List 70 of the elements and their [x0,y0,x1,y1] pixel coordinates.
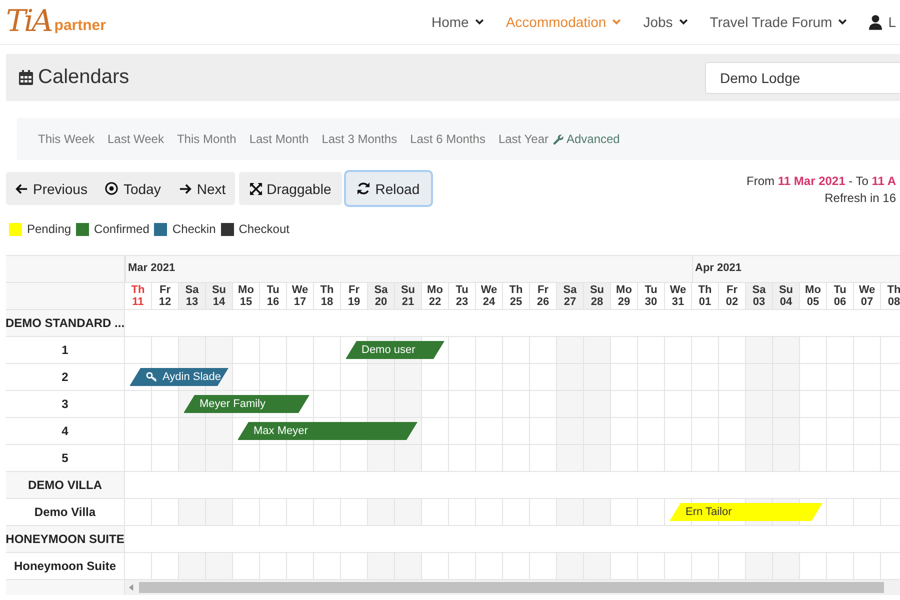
day-header: Sa 27 [557,283,584,309]
day-header: Tu 16 [260,283,287,309]
reload-icon [357,182,370,195]
day-header: Sa 03 [746,283,773,309]
day-header: Mo 05 [800,283,827,309]
booking-bar[interactable]: Aydin Slade [130,368,228,386]
nav-menu-item[interactable]: Accommodation [506,14,622,30]
day-header: Su 14 [206,283,233,309]
filter-link[interactable]: Last 6 Months [410,132,486,146]
month-header: Apr 2021 [692,256,900,282]
logo[interactable]: TiApartner [0,7,106,37]
left-arrow-icon [129,584,134,591]
room-type-label: DEMO VILLA [6,472,125,498]
reload-button[interactable]: Reload [346,172,431,205]
day-header: Mo 15 [233,283,260,309]
filter-link[interactable]: Last Month [249,132,309,146]
key-icon [146,372,158,382]
draggable-button[interactable]: Draggable [238,172,342,205]
nav-menu-item[interactable]: Home [431,14,484,30]
nav-menu-item[interactable]: L [869,14,896,30]
filter-link[interactable]: Last 3 Months [322,132,398,146]
day-header: Th 25 [503,283,530,309]
advanced-link[interactable]: Advanced [553,132,620,146]
day-header: We 17 [287,283,314,309]
date-range: From 11 Mar 2021 - To 11 A [746,174,896,188]
room-type-label: HONEYMOON SUITE [6,526,125,552]
day-header: Th 01 [692,283,719,309]
left-arrow-icon [15,182,28,194]
day-header: We 31 [665,283,692,309]
horizontal-scrollbar[interactable] [125,580,900,595]
day-header: Su 28 [584,283,611,309]
month-header: Mar 2021 [125,256,692,282]
day-header: Tu 23 [449,283,476,309]
expand-arrows-icon [250,182,262,194]
day-header: Tu 06 [827,283,854,309]
day-header: Th 11 [125,283,152,309]
legend-label: Checkin [172,222,216,236]
day-header: We 24 [476,283,503,309]
filter-link[interactable]: Last Year [498,132,548,146]
right-arrow-icon [178,182,192,194]
legend-label: Pending [27,222,72,236]
user-icon [869,14,882,30]
day-header: Sa 13 [179,283,206,309]
day-header: Sa 20 [368,283,395,309]
room-type-label: DEMO STANDARD ... [6,310,125,336]
day-header: Mo 29 [611,283,638,309]
booking-bar[interactable]: Demo user [346,341,444,359]
filter-link[interactable]: This Month [176,132,236,146]
filter-link[interactable]: This Week [38,132,94,146]
day-header: Th 18 [314,283,341,309]
day-header: Su 04 [773,283,800,309]
calendar-icon [19,70,33,85]
day-header: Mo 22 [422,283,449,309]
page-title: Calendars [19,66,130,89]
booking-bar[interactable]: Meyer Family [184,395,310,413]
day-header: Su 21 [395,283,422,309]
target-icon [105,182,118,195]
day-header: We 07 [854,283,881,309]
filter-link[interactable]: Last Week [107,132,164,146]
legend-label: Confirmed [94,222,150,236]
nav-menu-item[interactable]: Travel Trade Forum [710,14,848,30]
refresh-countdown: Refresh in 16 [824,191,896,205]
booking-bar[interactable]: Ern Tailor [670,503,822,521]
property-select[interactable]: Demo Lodge [705,62,900,94]
day-header: Th 08 [881,283,900,309]
booking-bar[interactable]: Max Meyer [238,422,418,440]
legend-label: Checkout [238,222,290,236]
day-header: Tu 30 [638,283,665,309]
wrench-icon [553,134,564,144]
nav-menu-item[interactable]: Jobs [643,14,688,30]
